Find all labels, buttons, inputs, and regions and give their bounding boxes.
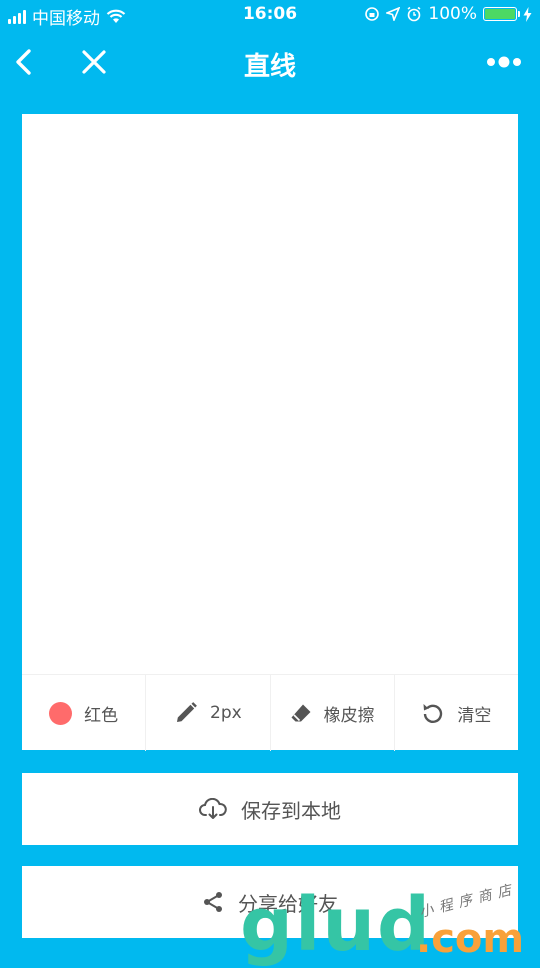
battery-percent: 100% bbox=[428, 4, 477, 24]
watermark-domain: .com bbox=[416, 916, 525, 962]
cloud-download-icon bbox=[199, 798, 227, 819]
save-local-button[interactable]: 保存到本地 bbox=[22, 773, 518, 845]
color-label: 红色 bbox=[84, 705, 119, 726]
drawing-toolbar: 红色 2px 橡皮擦 清空 bbox=[22, 674, 518, 751]
rotation-lock-icon bbox=[365, 7, 380, 21]
eraser-button[interactable]: 橡皮擦 bbox=[271, 675, 395, 751]
watermark-logo: glud bbox=[240, 882, 432, 968]
stroke-width-label: 2px bbox=[210, 703, 242, 723]
eraser-icon bbox=[291, 704, 311, 722]
battery-icon bbox=[483, 7, 520, 21]
location-icon bbox=[386, 7, 401, 21]
status-bar: 中国移动 16:06 100% bbox=[0, 0, 540, 30]
color-picker-button[interactable]: 红色 bbox=[22, 675, 147, 751]
share-icon bbox=[204, 892, 222, 912]
pencil-icon bbox=[177, 702, 197, 722]
stroke-width-button[interactable]: 2px bbox=[146, 675, 271, 751]
status-right: 100% bbox=[364, 4, 532, 24]
save-local-label: 保存到本地 bbox=[241, 798, 341, 823]
charging-icon bbox=[523, 6, 532, 22]
more-button[interactable] bbox=[484, 42, 524, 82]
canvas-card: 红色 2px 橡皮擦 清空 bbox=[22, 114, 518, 751]
clear-label: 清空 bbox=[457, 705, 492, 726]
drawing-canvas[interactable] bbox=[22, 114, 518, 674]
color-swatch bbox=[49, 701, 73, 725]
undo-icon bbox=[423, 704, 443, 723]
alarm-icon bbox=[407, 6, 421, 22]
clear-button[interactable]: 清空 bbox=[395, 675, 518, 751]
eraser-label: 橡皮擦 bbox=[323, 705, 375, 726]
nav-bar: 直线 bbox=[0, 34, 540, 90]
page-title: 直线 bbox=[243, 52, 296, 82]
more-dots-icon bbox=[487, 56, 521, 68]
